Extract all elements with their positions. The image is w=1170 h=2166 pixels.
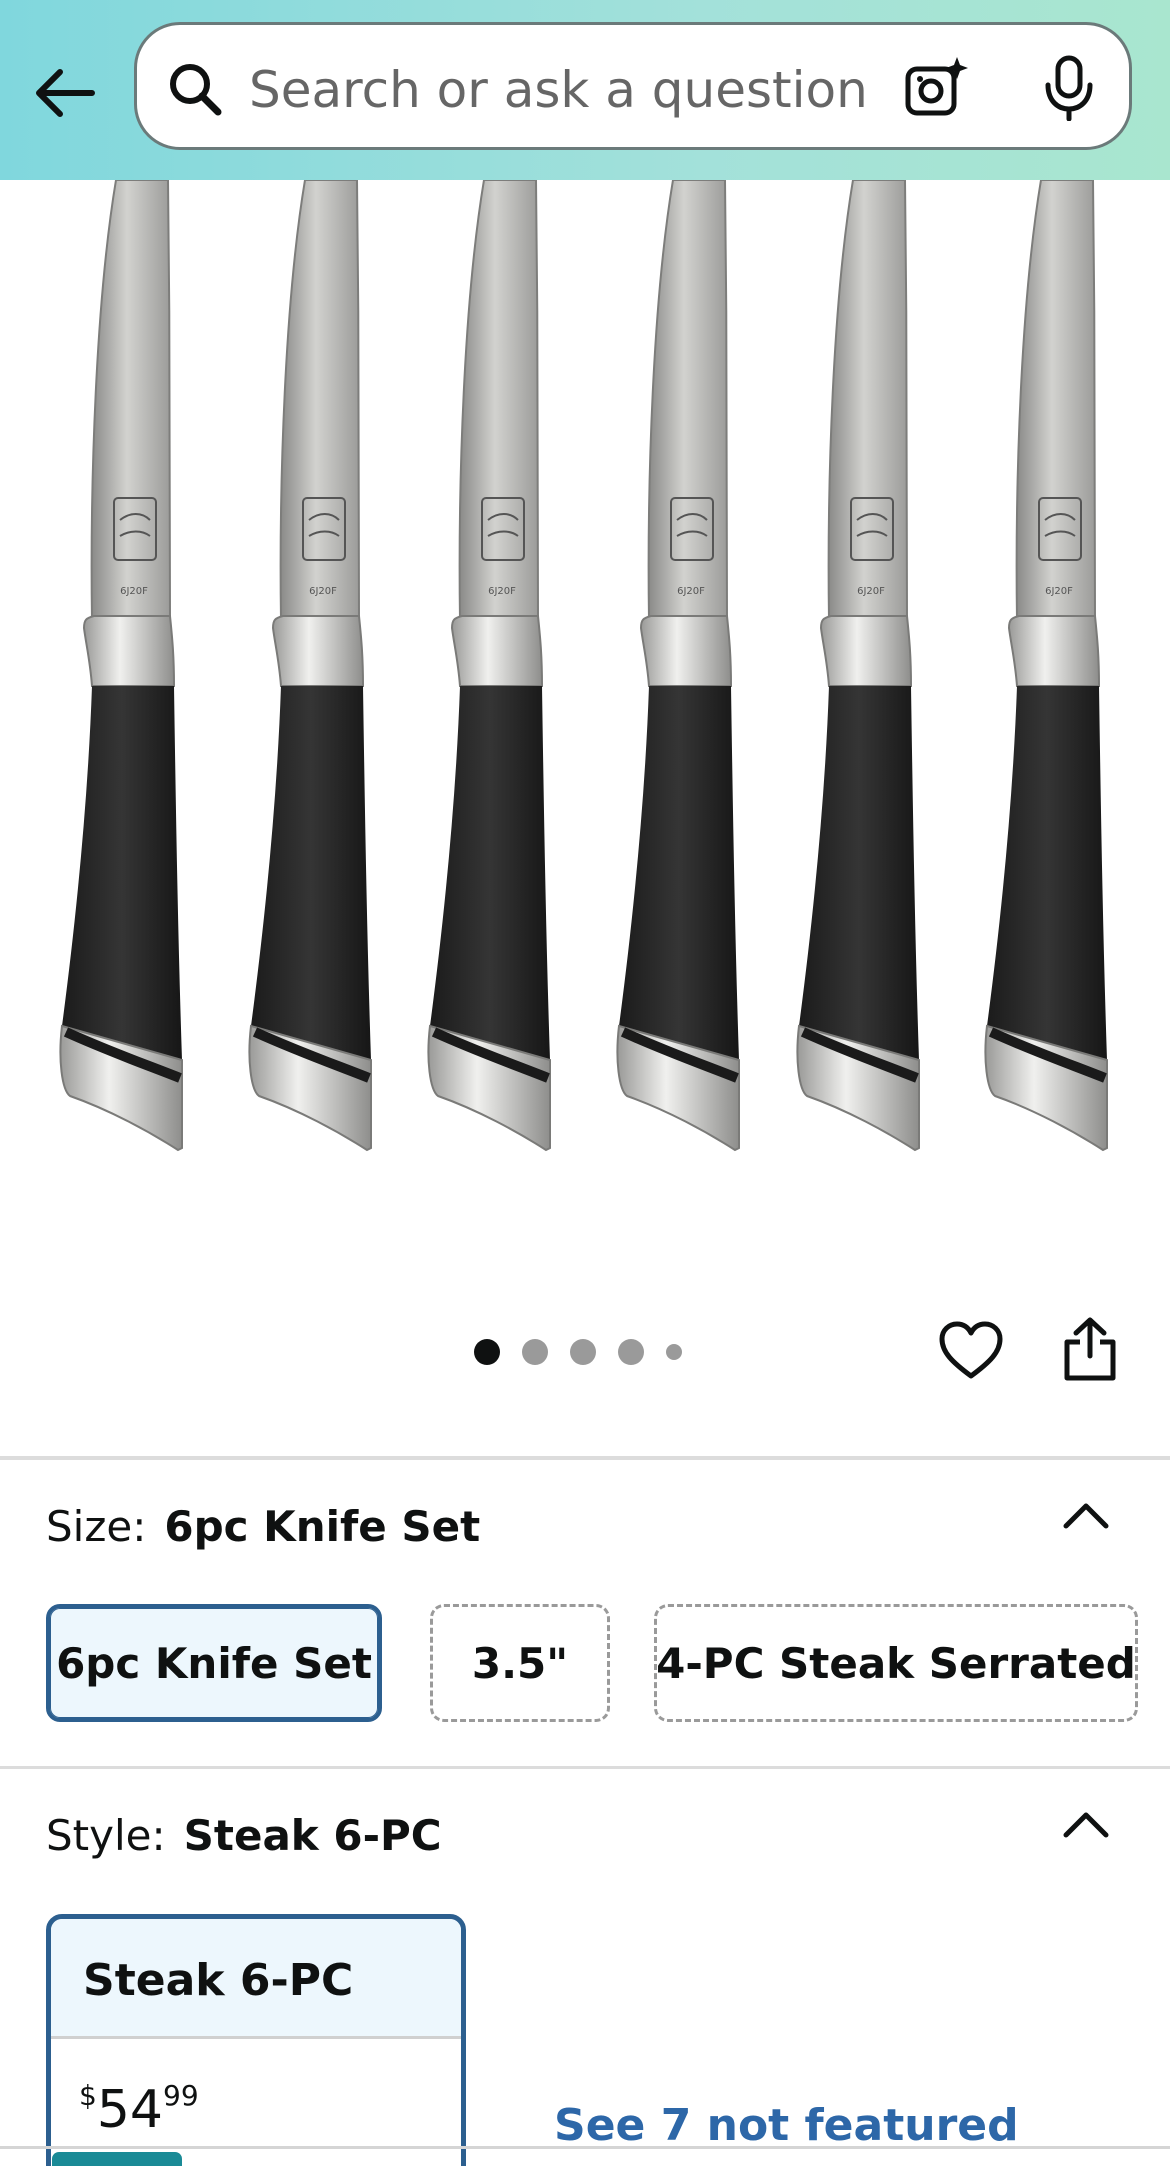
camera-sparkle-icon[interactable] (903, 55, 969, 121)
carousel-dot[interactable] (666, 1344, 682, 1360)
knife: 6J20F (984, 180, 1108, 1152)
size-option-3-5-inch[interactable]: 3.5" (430, 1604, 610, 1722)
style-value: Steak 6-PC (183, 1811, 442, 1860)
top-search-header: Search or ask a question (0, 0, 1170, 180)
share-icon[interactable] (1062, 1316, 1118, 1382)
style-card-title: Steak 6-PC (51, 1919, 461, 2039)
heart-icon[interactable] (938, 1320, 1004, 1382)
see-not-featured-link[interactable]: See 7 not featured (554, 2100, 1019, 2151)
product-image[interactable]: 6J20F 6J20F 6J20F 6J20F 6J20F 6J20F (0, 180, 1170, 1240)
price-symbol: $ (79, 2079, 97, 2112)
style-card-price: $5499 (79, 2079, 199, 2140)
carousel-dot[interactable] (474, 1339, 500, 1365)
style-label-row: Style: Steak 6-PC (46, 1811, 442, 1860)
knife: 6J20F (796, 180, 920, 1152)
price-fraction: 99 (163, 2079, 199, 2112)
chevron-up-icon[interactable] (1062, 1500, 1110, 1530)
search-icon (170, 64, 222, 116)
blade-engraving: 6J20F (309, 586, 337, 597)
knife-set-image: 6J20F 6J20F 6J20F 6J20F 6J20F 6J20F (59, 180, 1108, 1152)
knife: 6J20F (427, 180, 551, 1152)
arrow-left-icon (36, 69, 95, 117)
search-bar[interactable]: Search or ask a question (134, 22, 1132, 150)
size-option-label: 4-PC Steak Serrated (656, 1638, 1136, 1688)
size-option-6pc-knife-set[interactable]: 6pc Knife Set (46, 1604, 382, 1722)
carousel-dot[interactable] (570, 1339, 596, 1365)
style-label: Style: (46, 1811, 166, 1860)
size-value: 6pc Knife Set (164, 1502, 481, 1551)
section-divider (0, 1766, 1170, 1769)
knife: 6J20F (248, 180, 372, 1152)
blade-engraving: 6J20F (1045, 586, 1073, 597)
search-input[interactable]: Search or ask a question (249, 61, 868, 119)
blade-engraving: 6J20F (857, 586, 885, 597)
style-option-steak-6pc[interactable]: Steak 6-PC $5499 (46, 1914, 466, 2166)
carousel-dot[interactable] (618, 1339, 644, 1365)
carousel-dot[interactable] (522, 1339, 548, 1365)
size-label-row: Size: 6pc Knife Set (46, 1502, 480, 1551)
size-option-label: 3.5" (471, 1638, 569, 1688)
knife: 6J20F (59, 180, 183, 1152)
size-label: Size: (46, 1502, 147, 1551)
size-option-4pc-steak-serrated[interactable]: 4-PC Steak Serrated (654, 1604, 1138, 1722)
blade-engraving: 6J20F (488, 586, 516, 597)
microphone-icon[interactable] (1039, 55, 1099, 121)
blade-engraving: 6J20F (677, 586, 705, 597)
chevron-up-icon[interactable] (1062, 1809, 1110, 1839)
size-option-label: 6pc Knife Set (56, 1638, 372, 1688)
back-button[interactable] (30, 58, 100, 128)
knife: 6J20F (616, 180, 740, 1152)
bottom-tab-indicator (52, 2152, 182, 2166)
section-divider (0, 1456, 1170, 1460)
image-carousel-dots[interactable] (474, 1338, 682, 1366)
price-whole: 54 (96, 2080, 163, 2140)
blade-engraving: 6J20F (120, 586, 148, 597)
bottom-divider (0, 2146, 1170, 2149)
